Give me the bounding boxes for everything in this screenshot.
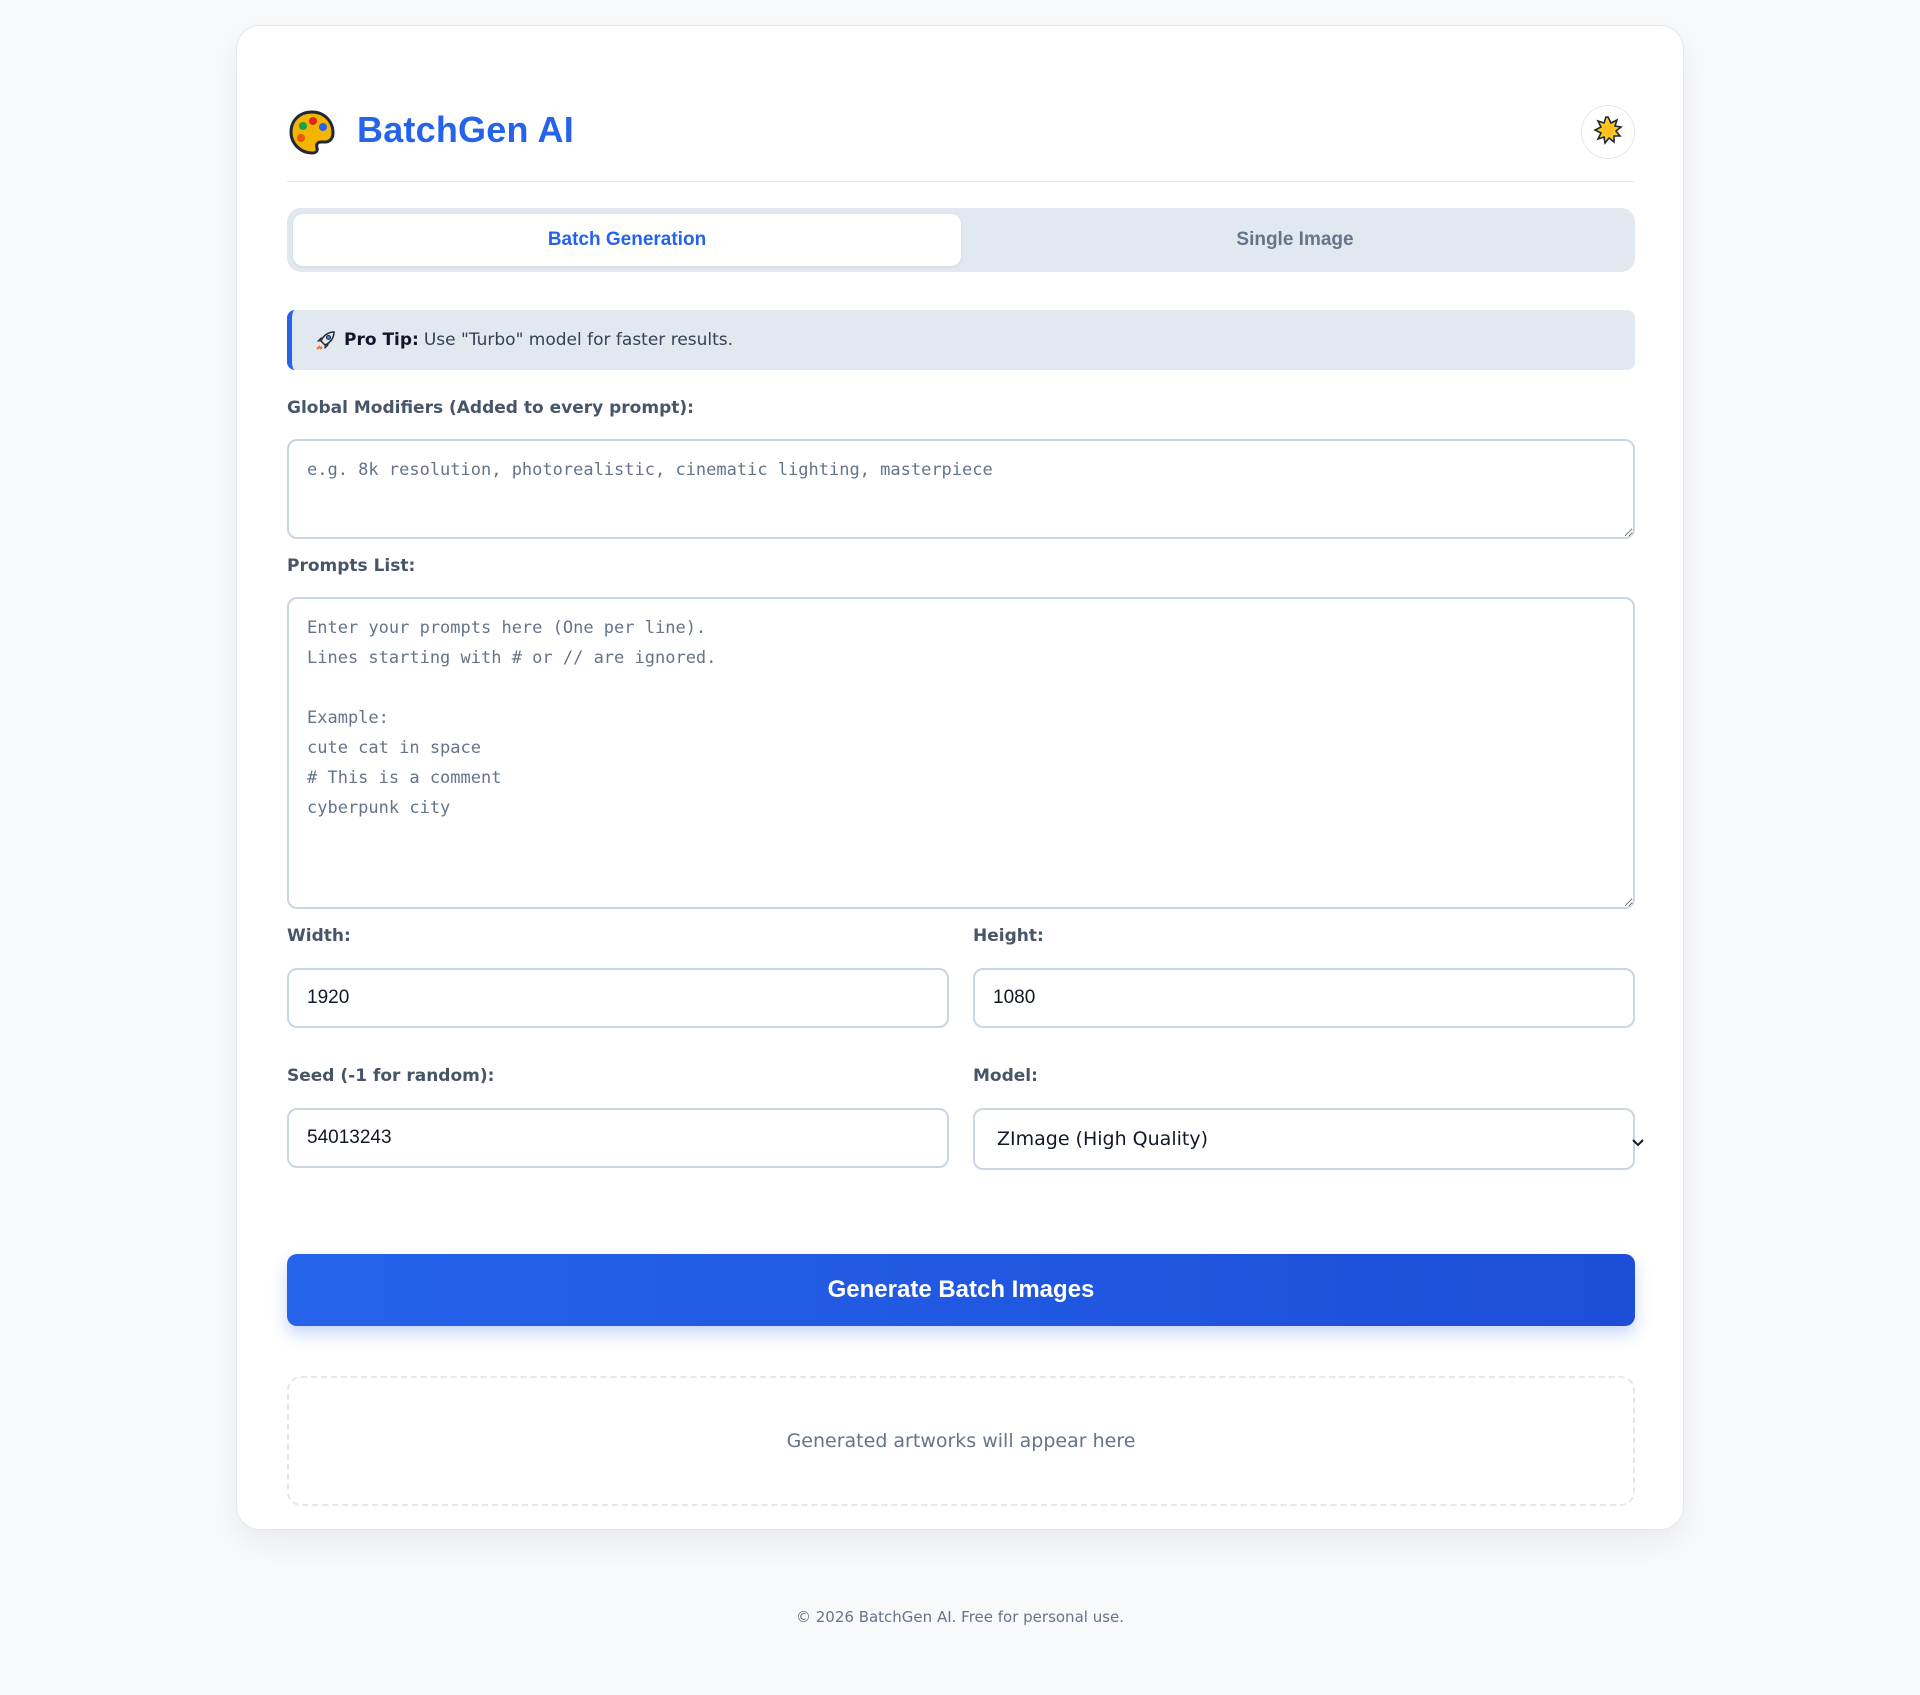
sun-icon <box>1593 115 1623 150</box>
width-label: Width: <box>287 926 351 946</box>
model-select[interactable]: ZImage (High Quality) <box>973 1108 1644 1170</box>
prompts-list-input[interactable] <box>287 597 1635 909</box>
model-label: Model: <box>973 1066 1038 1086</box>
tip-text: Use "Turbo" model for faster results. <box>423 330 734 350</box>
results-area: Generated artworks will appear here <box>287 1376 1635 1506</box>
model-selected-value: ZImage (High Quality) <box>997 1128 1208 1150</box>
palette-icon <box>287 108 337 158</box>
tab-batch-generation[interactable]: Batch Generation <box>293 214 961 266</box>
prompts-list-label: Prompts List: <box>287 556 416 576</box>
width-input[interactable] <box>287 968 949 1028</box>
footer-text: © 2026 BatchGen AI. Free for personal us… <box>795 1608 1125 1626</box>
height-input[interactable] <box>973 968 1635 1028</box>
seed-input[interactable] <box>287 1108 949 1168</box>
height-label: Height: <box>973 926 1044 946</box>
global-modifiers-label: Global Modifiers (Added to every prompt)… <box>287 398 694 418</box>
seed-label: Seed (-1 for random): <box>287 1066 495 1086</box>
chevron-down-icon <box>1631 1132 1645 1147</box>
tab-single-image[interactable]: Single Image <box>961 214 1629 266</box>
main-card: BatchGen AI Batch Generation Single Imag… <box>236 25 1684 1530</box>
rocket-icon <box>314 328 338 352</box>
app-title: BatchGen AI <box>357 109 574 150</box>
generate-batch-button[interactable]: Generate Batch Images <box>287 1254 1635 1326</box>
theme-toggle-button[interactable] <box>1581 105 1635 159</box>
app-header: BatchGen AI <box>287 81 1635 182</box>
results-placeholder-text: Generated artworks will appear here <box>786 1430 1136 1452</box>
tip-title: Pro Tip: <box>344 330 419 350</box>
global-modifiers-input[interactable] <box>287 439 1635 539</box>
mode-tabs: Batch Generation Single Image <box>287 208 1635 272</box>
pro-tip-banner: Pro Tip: Use "Turbo" model for faster re… <box>287 310 1635 370</box>
